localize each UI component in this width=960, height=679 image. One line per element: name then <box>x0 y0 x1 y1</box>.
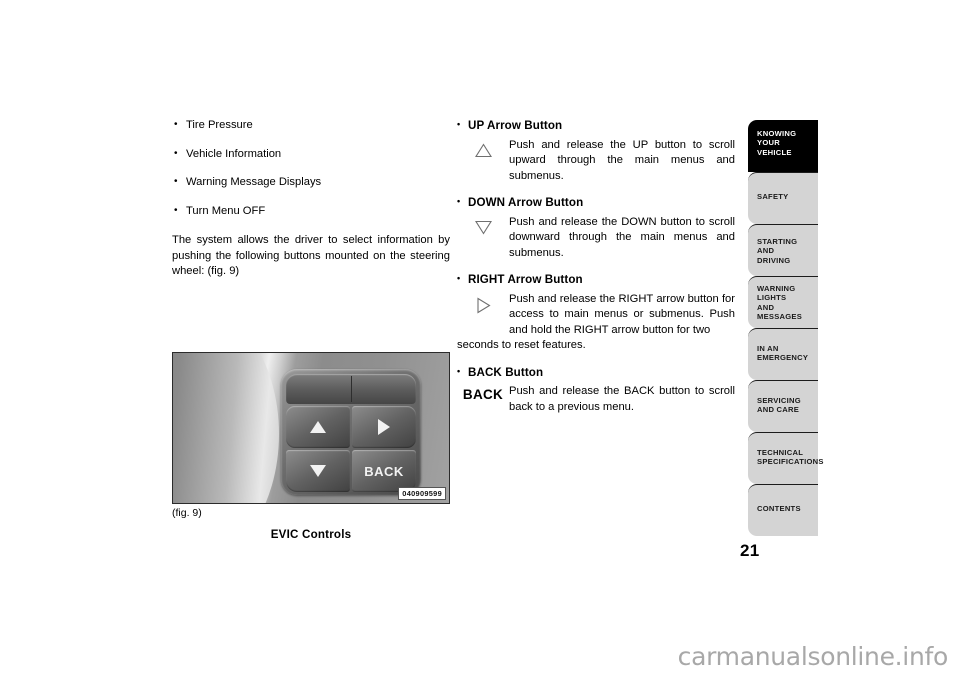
steering-wheel-rim <box>173 353 279 503</box>
up-arrow-key[interactable] <box>286 406 350 448</box>
right-arrow-key[interactable] <box>352 406 416 448</box>
description-down-arrow-button: Push and release the DOWN button to scro… <box>509 215 735 259</box>
figure-image-code: 040909599 <box>398 487 446 500</box>
triangle-up-outline-icon <box>457 138 509 158</box>
sidebar-tab-label: IN AN <box>757 344 779 353</box>
back-key-label: BACK <box>364 463 404 479</box>
back-label-icon: BACK <box>457 384 509 402</box>
sidebar-tab-label: SAFETY <box>757 192 789 201</box>
feature-bullet-list: Tire Pressure Vehicle Information Warnin… <box>172 117 450 220</box>
description-right-arrow-button-overflow: seconds to reset features. <box>457 339 586 351</box>
down-arrow-icon <box>310 465 326 477</box>
evic-control-pad: BACK <box>281 369 421 495</box>
left-text-column: Tire Pressure Vehicle Information Warnin… <box>172 117 450 280</box>
right-arrow-icon <box>378 419 390 435</box>
sidebar-tab-label: MESSAGES <box>757 312 803 322</box>
description-right-arrow-button: Push and release the RIGHT arrow button … <box>509 292 735 336</box>
sidebar-tab-technical-specifications[interactable]: TECHNICAL SPECIFICATIONS <box>748 432 824 484</box>
block-up-arrow-button: Push and release the UP button to scroll… <box>457 138 735 185</box>
sidebar-tab-label: SERVICING <box>757 396 801 405</box>
sidebar-tab-in-an-emergency[interactable]: IN AN EMERGENCY <box>748 328 818 380</box>
up-arrow-icon <box>310 421 326 433</box>
pad-key-grid: BACK <box>286 406 416 492</box>
figure-image: BACK 040909599 <box>172 352 450 504</box>
sidebar-tab-label: STARTING <box>757 237 798 246</box>
list-item: Turn Menu OFF <box>172 203 450 220</box>
heading-up-arrow-button: UP Arrow Button <box>457 117 735 134</box>
triangle-right-outline-icon <box>457 292 509 314</box>
heading-right-arrow-button: RIGHT Arrow Button <box>457 271 735 288</box>
back-icon-label: BACK <box>462 387 504 402</box>
sidebar-tab-label: TECHNICAL <box>757 448 804 457</box>
list-item: Warning Message Displays <box>172 174 450 191</box>
triangle-down-outline-icon <box>457 215 509 235</box>
block-back-button: BACK Push and release the BACK button to… <box>457 384 735 415</box>
sidebar-tab-knowing-your-vehicle[interactable]: KNOWING YOUR VEHICLE <box>748 120 818 172</box>
pad-upper-bezel <box>286 374 416 404</box>
list-item: Vehicle Information <box>172 146 450 163</box>
block-right-arrow-button: Push and release the RIGHT arrow button … <box>457 292 735 339</box>
site-watermark: carmanualsonline.info <box>677 642 949 671</box>
intro-paragraph: The system allows the driver to select i… <box>172 234 450 277</box>
sidebar-tab-label: AND <box>757 246 775 256</box>
list-item: Tire Pressure <box>172 117 450 134</box>
section-tab-sidebar: KNOWING YOUR VEHICLE SAFETY STARTING AND… <box>748 120 824 536</box>
sidebar-tab-label: VEHICLE <box>757 147 792 157</box>
heading-back-button: BACK Button <box>457 364 735 381</box>
sidebar-tab-label: LIGHTS <box>757 293 787 303</box>
description-back-button: Push and release the BACK button to scro… <box>509 385 735 413</box>
sidebar-tab-label: YOUR <box>757 138 780 148</box>
back-key[interactable]: BACK <box>352 450 416 492</box>
sidebar-tab-label: AND <box>757 302 775 312</box>
block-down-arrow-button: Push and release the DOWN button to scro… <box>457 215 735 262</box>
figure-caption: EVIC Controls <box>270 528 352 541</box>
down-arrow-key[interactable] <box>286 450 350 492</box>
figure-9: BACK 040909599 (fig. 9) EVIC Controls <box>172 352 450 541</box>
sidebar-tab-label: CONTENTS <box>757 504 801 513</box>
sidebar-tab-warning-lights-and-messages[interactable]: WARNING LIGHTS AND MESSAGES <box>748 276 818 328</box>
sidebar-tab-label: EMERGENCY <box>757 353 809 363</box>
sidebar-tab-label: KNOWING <box>757 129 797 138</box>
page-number: 21 <box>740 541 760 560</box>
description-up-arrow-button: Push and release the UP button to scroll… <box>509 138 735 182</box>
sidebar-tab-label: AND CARE <box>757 405 800 415</box>
right-text-column: UP Arrow Button Push and release the UP … <box>457 117 735 426</box>
sidebar-tab-label: DRIVING <box>757 255 791 265</box>
sidebar-tab-servicing-and-care[interactable]: SERVICING AND CARE <box>748 380 818 432</box>
sidebar-tab-safety[interactable]: SAFETY <box>748 172 818 224</box>
sidebar-tab-label: SPECIFICATIONS <box>757 457 824 467</box>
sidebar-tab-label: WARNING <box>757 284 796 293</box>
sidebar-tab-starting-and-driving[interactable]: STARTING AND DRIVING <box>748 224 818 276</box>
sidebar-tab-contents[interactable]: CONTENTS <box>748 484 818 536</box>
figure-number: (fig. 9) <box>172 507 202 519</box>
heading-down-arrow-button: DOWN Arrow Button <box>457 194 735 211</box>
